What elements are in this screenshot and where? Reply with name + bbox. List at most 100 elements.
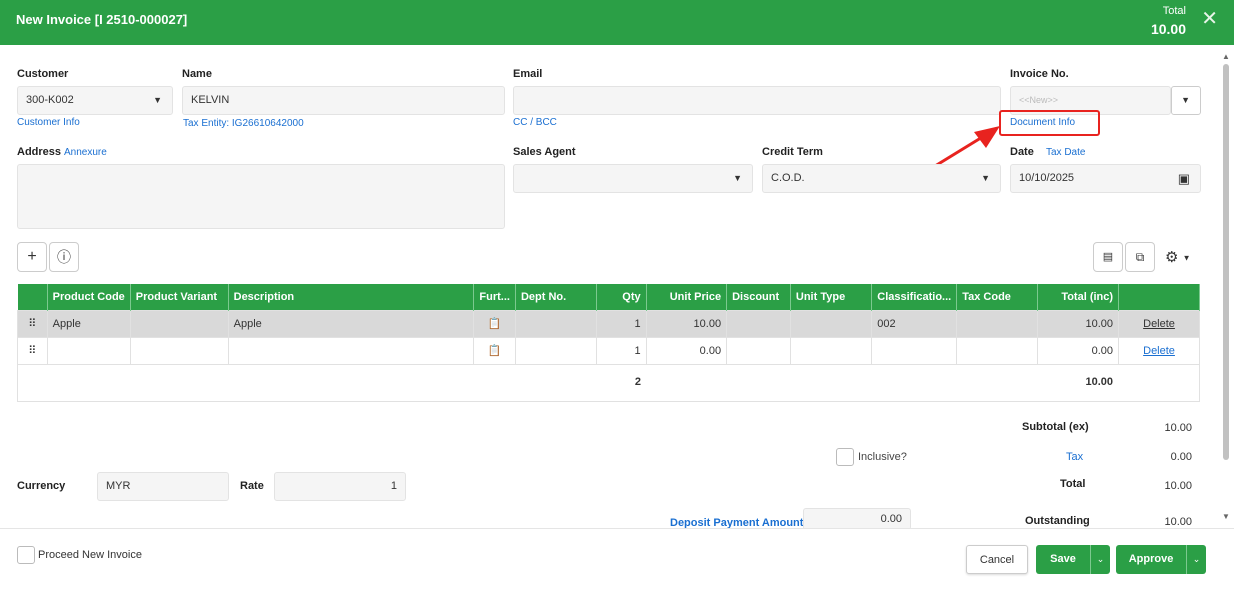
- table-row[interactable]: ⠿ Apple Apple 📋 1 10.00 002 10.00 Delete: [17, 309, 1200, 338]
- rate-field[interactable]: 1: [274, 472, 406, 501]
- discount-cell[interactable]: [726, 336, 791, 365]
- customer-select[interactable]: 300-K002 ▼: [17, 86, 173, 115]
- credit-term-label: Credit Term: [762, 146, 823, 158]
- col-description[interactable]: Description: [228, 284, 475, 310]
- close-icon[interactable]: ✕: [1201, 9, 1218, 29]
- scroll-up-icon[interactable]: ▲: [1222, 52, 1230, 61]
- description-cell[interactable]: Apple: [227, 309, 475, 338]
- table-row[interactable]: ⠿ 📋 1 0.00 0.00 Delete: [17, 336, 1200, 365]
- clipboard-icon[interactable]: 📋: [473, 336, 516, 365]
- tax-code-cell[interactable]: [956, 309, 1038, 338]
- drag-handle-icon[interactable]: ⠿: [17, 309, 48, 338]
- pdf-icon[interactable]: ▤: [1093, 242, 1123, 272]
- customer-label: Customer: [17, 68, 69, 80]
- product-code-cell[interactable]: [46, 336, 131, 365]
- dept-cell[interactable]: [514, 309, 598, 338]
- grid-total-amount: 10.00: [1085, 376, 1113, 388]
- annexure-link[interactable]: Annexure: [64, 147, 107, 158]
- tax-code-cell[interactable]: [956, 336, 1038, 365]
- col-tax-code[interactable]: Tax Code: [956, 284, 1038, 310]
- customer-value: 300-K002: [26, 94, 74, 106]
- header-total-value: 10.00: [1150, 21, 1186, 37]
- vertical-scrollbar[interactable]: ▲ ▼: [1222, 52, 1230, 522]
- settings-gear-icon[interactable]: ⚙ ▼: [1165, 248, 1191, 266]
- cc-bcc-link[interactable]: CC / BCC: [513, 117, 557, 128]
- info-button[interactable]: ⓘ: [49, 242, 79, 272]
- qty-cell[interactable]: 1: [596, 309, 647, 338]
- email-field[interactable]: [513, 86, 1001, 115]
- total-cell: 10.00: [1036, 309, 1120, 338]
- clipboard-icon[interactable]: 📋: [473, 309, 516, 338]
- col-dept-no[interactable]: Dept No.: [515, 284, 598, 310]
- customer-info-link[interactable]: Customer Info: [17, 117, 80, 128]
- sales-agent-select[interactable]: ▼: [513, 164, 753, 193]
- tax-entity-link[interactable]: Tax Entity: IG26610642000: [183, 118, 304, 129]
- sales-agent-label: Sales Agent: [513, 146, 576, 158]
- save-options-chevron-icon[interactable]: ⌄: [1090, 545, 1110, 574]
- col-discount[interactable]: Discount: [726, 284, 791, 310]
- col-unit-price[interactable]: Unit Price: [646, 284, 728, 310]
- scroll-down-icon[interactable]: ▼: [1222, 512, 1230, 521]
- drag-handle-icon[interactable]: ⠿: [17, 336, 48, 365]
- proceed-new-invoice-checkbox[interactable]: [17, 546, 35, 564]
- product-code-cell[interactable]: Apple: [46, 309, 131, 338]
- classification-cell[interactable]: [871, 336, 958, 365]
- currency-field[interactable]: MYR: [97, 472, 229, 501]
- approve-options-chevron-icon[interactable]: ⌄: [1186, 545, 1206, 574]
- col-classification[interactable]: Classificatio...: [871, 284, 958, 310]
- line-items-table: Product Code Product Variant Description…: [17, 284, 1200, 365]
- col-qty[interactable]: Qty: [596, 284, 647, 310]
- unit-type-cell[interactable]: [789, 336, 873, 365]
- dialog-header: New Invoice [I 2510-000027] Total 10.00 …: [0, 0, 1234, 45]
- delete-row-link[interactable]: Delete: [1143, 345, 1175, 357]
- unit-price-cell[interactable]: 10.00: [645, 309, 728, 338]
- inclusive-checkbox[interactable]: [836, 448, 854, 466]
- calendar-icon[interactable]: ▣: [1178, 165, 1190, 192]
- unit-price-cell[interactable]: 0.00: [645, 336, 728, 365]
- outstanding-label: Outstanding: [1025, 515, 1090, 527]
- scrollbar-thumb[interactable]: [1223, 64, 1229, 460]
- date-value: 10/10/2025: [1019, 172, 1075, 184]
- name-label: Name: [182, 68, 212, 80]
- dialog-title: New Invoice [I 2510-000027]: [16, 12, 188, 27]
- classification-cell[interactable]: 002: [871, 309, 958, 338]
- highlight-box: [999, 110, 1100, 136]
- subtotal-value: 10.00: [1164, 422, 1192, 434]
- col-product-code[interactable]: Product Code: [47, 284, 131, 310]
- invoice-no-dropdown-button[interactable]: ▼: [1171, 86, 1201, 115]
- col-total-inc[interactable]: Total (inc): [1037, 284, 1120, 310]
- credit-term-select[interactable]: C.O.D. ▼: [762, 164, 1001, 193]
- name-value: KELVIN: [191, 94, 230, 106]
- col-further[interactable]: Furt...: [473, 284, 516, 310]
- proceed-new-invoice-label: Proceed New Invoice: [38, 549, 142, 561]
- discount-cell[interactable]: [726, 309, 791, 338]
- variant-cell[interactable]: [129, 309, 229, 338]
- copy-document-icon[interactable]: ⧉: [1125, 242, 1155, 272]
- variant-cell[interactable]: [129, 336, 229, 365]
- deposit-value: 0.00: [880, 513, 902, 525]
- delete-row-link[interactable]: Delete: [1143, 318, 1175, 330]
- tax-link[interactable]: Tax: [1066, 451, 1083, 463]
- save-button[interactable]: Save: [1036, 545, 1090, 574]
- address-textarea[interactable]: [17, 164, 505, 229]
- invoice-no-label: Invoice No.: [1010, 68, 1069, 80]
- col-product-variant[interactable]: Product Variant: [130, 284, 229, 310]
- name-field[interactable]: KELVIN: [182, 86, 505, 115]
- cancel-button[interactable]: Cancel: [966, 545, 1028, 574]
- col-unit-type[interactable]: Unit Type: [790, 284, 873, 310]
- unit-type-cell[interactable]: [789, 309, 873, 338]
- approve-button[interactable]: Approve: [1116, 545, 1186, 574]
- inclusive-label: Inclusive?: [858, 451, 907, 463]
- col-drag: [17, 284, 48, 310]
- qty-cell[interactable]: 1: [596, 336, 647, 365]
- date-field[interactable]: 10/10/2025 ▣: [1010, 164, 1201, 193]
- rate-value: 1: [390, 480, 397, 492]
- chevron-down-icon: ▼: [733, 173, 742, 183]
- description-cell[interactable]: [227, 336, 475, 365]
- dept-cell[interactable]: [514, 336, 598, 365]
- currency-label: Currency: [17, 480, 66, 492]
- credit-term-value: C.O.D.: [771, 172, 805, 184]
- deposit-field[interactable]: 0.00: [803, 508, 911, 530]
- add-row-button[interactable]: +: [17, 242, 47, 272]
- tax-date-link[interactable]: Tax Date: [1046, 147, 1085, 158]
